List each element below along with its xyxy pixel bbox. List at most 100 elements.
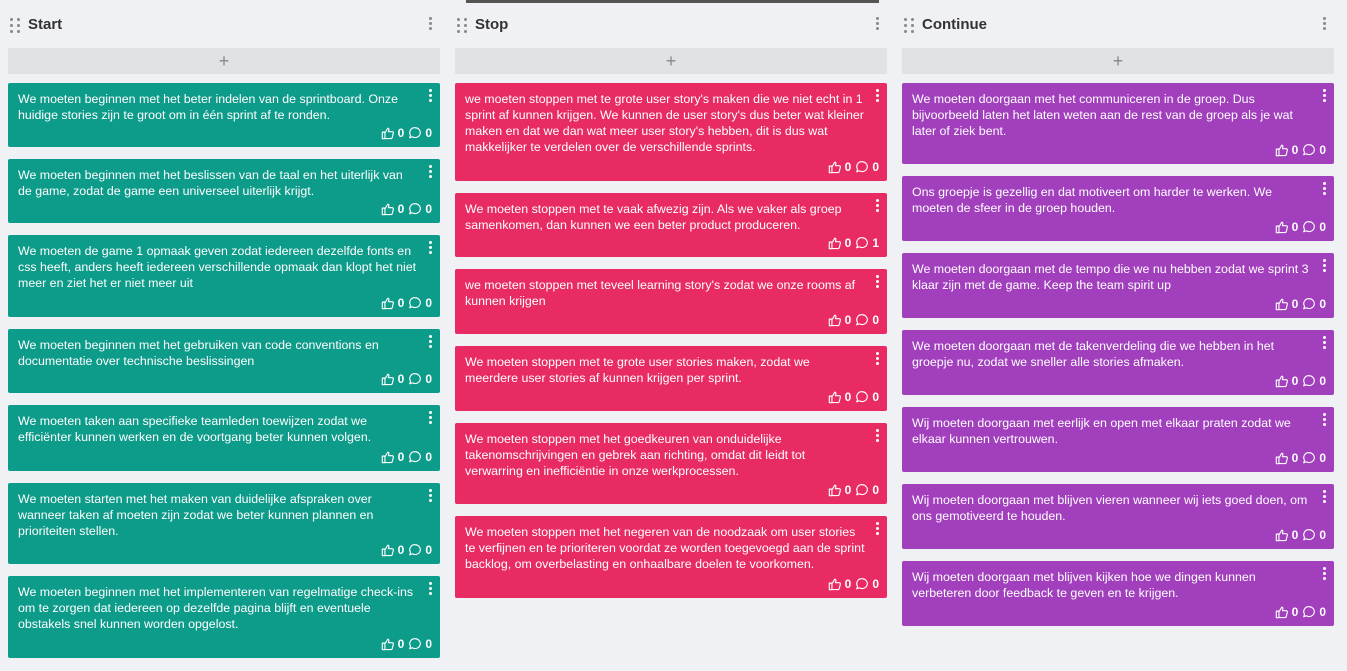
card-menu-icon[interactable] bbox=[429, 241, 432, 254]
comment-icon[interactable] bbox=[408, 450, 422, 464]
drag-handle-icon[interactable] bbox=[457, 18, 467, 33]
comment-icon[interactable] bbox=[855, 313, 869, 327]
card[interactable]: We moeten taken aan specifieke teamleden… bbox=[8, 405, 440, 471]
card[interactable]: We moeten doorgaan met de takenverdeling… bbox=[902, 330, 1334, 395]
comment-icon[interactable] bbox=[408, 637, 422, 651]
card[interactable]: We moeten stoppen met te vaak afwezig zi… bbox=[455, 193, 887, 257]
card-footer: 0 0 bbox=[1275, 142, 1326, 158]
comment-icon[interactable] bbox=[1302, 297, 1316, 311]
card[interactable]: We moeten beginnen met het beslissen van… bbox=[8, 159, 440, 223]
card-menu-icon[interactable] bbox=[429, 411, 432, 424]
comment-icon[interactable] bbox=[408, 543, 422, 557]
comment-icon[interactable] bbox=[855, 577, 869, 591]
card-menu-icon[interactable] bbox=[1323, 182, 1326, 195]
card[interactable]: We moeten starten met het maken van duid… bbox=[8, 483, 440, 564]
drag-handle-icon[interactable] bbox=[904, 18, 914, 33]
card[interactable]: Wij moeten doorgaan met blijven vieren w… bbox=[902, 484, 1334, 549]
card-menu-icon[interactable] bbox=[1323, 567, 1326, 580]
card[interactable]: We moeten beginnen met het gebruiken van… bbox=[8, 329, 440, 393]
card[interactable]: Wij moeten doorgaan met eerlijk en open … bbox=[902, 407, 1334, 472]
card-menu-icon[interactable] bbox=[429, 489, 432, 502]
add-card-button[interactable]: + bbox=[455, 48, 887, 74]
card[interactable]: We moeten beginnen met het implementeren… bbox=[8, 576, 440, 658]
add-card-button[interactable]: + bbox=[8, 48, 440, 74]
thumbs-up-icon[interactable] bbox=[1275, 374, 1289, 388]
comment-icon[interactable] bbox=[1302, 374, 1316, 388]
comment-icon[interactable] bbox=[855, 160, 869, 174]
thumbs-up-icon[interactable] bbox=[381, 372, 395, 386]
comment-icon[interactable] bbox=[855, 390, 869, 404]
card[interactable]: We moeten stoppen met het goedkeuren van… bbox=[455, 423, 887, 504]
comment-icon[interactable] bbox=[1302, 528, 1316, 542]
card[interactable]: We moeten doorgaan met het communiceren … bbox=[902, 83, 1334, 164]
thumbs-up-icon[interactable] bbox=[1275, 297, 1289, 311]
column-continue: Continue + We moeten doorgaan met het co… bbox=[902, 0, 1334, 638]
card-menu-icon[interactable] bbox=[429, 335, 432, 348]
thumbs-up-icon[interactable] bbox=[381, 296, 395, 310]
comment-icon[interactable] bbox=[1302, 143, 1316, 157]
card-menu-icon[interactable] bbox=[1323, 413, 1326, 426]
thumbs-up-icon[interactable] bbox=[828, 160, 842, 174]
card-footer: 0 1 bbox=[828, 235, 879, 251]
column-menu-icon[interactable] bbox=[1323, 17, 1326, 30]
comment-icon[interactable] bbox=[1302, 605, 1316, 619]
thumbs-up-icon[interactable] bbox=[828, 236, 842, 250]
thumbs-up-icon[interactable] bbox=[381, 126, 395, 140]
card-menu-icon[interactable] bbox=[876, 275, 879, 288]
thumbs-up-icon[interactable] bbox=[828, 313, 842, 327]
thumbs-up-icon[interactable] bbox=[828, 390, 842, 404]
thumbs-up-icon[interactable] bbox=[381, 202, 395, 216]
comment-icon[interactable] bbox=[408, 126, 422, 140]
card-footer: 0 0 bbox=[828, 482, 879, 498]
card[interactable]: Wij moeten doorgaan met blijven kijken h… bbox=[902, 561, 1334, 626]
card[interactable]: We moeten stoppen met het negeren van de… bbox=[455, 516, 887, 598]
card[interactable]: We moeten de game 1 opmaak geven zodat i… bbox=[8, 235, 440, 317]
column-menu-icon[interactable] bbox=[876, 17, 879, 30]
comment-icon[interactable] bbox=[855, 236, 869, 250]
card-menu-icon[interactable] bbox=[1323, 89, 1326, 102]
thumbs-up-icon[interactable] bbox=[1275, 220, 1289, 234]
comment-icon[interactable] bbox=[855, 483, 869, 497]
column-header: Start bbox=[8, 0, 440, 48]
card[interactable]: We moeten stoppen met te grote user stor… bbox=[455, 346, 887, 411]
comment-icon[interactable] bbox=[1302, 451, 1316, 465]
card-footer: 0 0 bbox=[1275, 219, 1326, 235]
card-text: we moeten stoppen met teveel learning st… bbox=[465, 278, 856, 308]
thumbs-up-icon[interactable] bbox=[381, 543, 395, 557]
thumbs-up-icon[interactable] bbox=[1275, 605, 1289, 619]
card-menu-icon[interactable] bbox=[429, 89, 432, 102]
card-menu-icon[interactable] bbox=[1323, 336, 1326, 349]
drag-handle-icon[interactable] bbox=[10, 18, 20, 33]
card-menu-icon[interactable] bbox=[876, 522, 879, 535]
card[interactable]: Ons groepje is gezellig en dat motiveert… bbox=[902, 176, 1334, 241]
thumbs-up-icon[interactable] bbox=[828, 483, 842, 497]
comment-icon[interactable] bbox=[408, 202, 422, 216]
card-menu-icon[interactable] bbox=[1323, 490, 1326, 503]
card[interactable]: We moeten doorgaan met de tempo die we n… bbox=[902, 253, 1334, 318]
comment-icon[interactable] bbox=[1302, 220, 1316, 234]
comment-icon[interactable] bbox=[408, 372, 422, 386]
card[interactable]: we moeten stoppen met teveel learning st… bbox=[455, 269, 887, 334]
column-menu-icon[interactable] bbox=[429, 17, 432, 30]
comment-icon[interactable] bbox=[408, 296, 422, 310]
like-count: 0 bbox=[844, 160, 852, 174]
like-count: 0 bbox=[844, 483, 852, 497]
thumbs-up-icon[interactable] bbox=[381, 637, 395, 651]
card-menu-icon[interactable] bbox=[876, 429, 879, 442]
card[interactable]: we moeten stoppen met te grote user stor… bbox=[455, 83, 887, 181]
card-footer: 0 0 bbox=[828, 576, 879, 592]
card[interactable]: We moeten beginnen met het beter indelen… bbox=[8, 83, 440, 147]
card-menu-icon[interactable] bbox=[876, 352, 879, 365]
add-card-button[interactable]: + bbox=[902, 48, 1334, 74]
card-menu-icon[interactable] bbox=[1323, 259, 1326, 272]
thumbs-up-icon[interactable] bbox=[1275, 451, 1289, 465]
card-menu-icon[interactable] bbox=[876, 199, 879, 212]
card-menu-icon[interactable] bbox=[429, 582, 432, 595]
card-menu-icon[interactable] bbox=[429, 165, 432, 178]
thumbs-up-icon[interactable] bbox=[1275, 528, 1289, 542]
thumbs-up-icon[interactable] bbox=[1275, 143, 1289, 157]
card-menu-icon[interactable] bbox=[876, 89, 879, 102]
thumbs-up-icon[interactable] bbox=[381, 450, 395, 464]
comment-count: 0 bbox=[872, 390, 879, 404]
thumbs-up-icon[interactable] bbox=[828, 577, 842, 591]
